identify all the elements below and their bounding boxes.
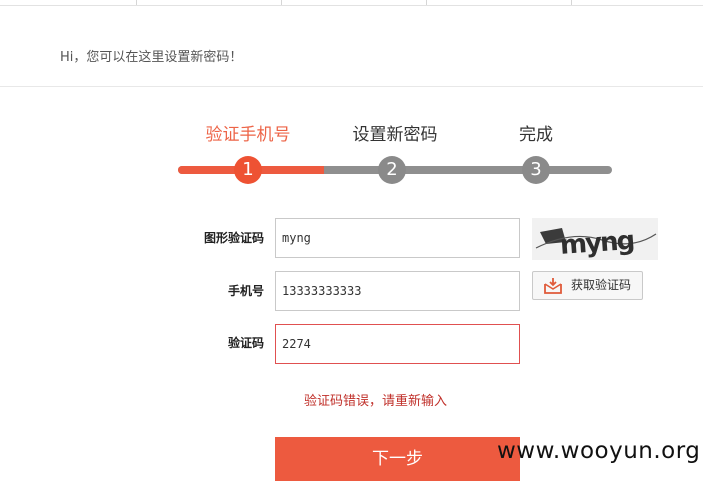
mail-download-icon xyxy=(543,277,563,295)
step-label-verify-phone: 验证手机号 xyxy=(205,125,291,145)
navbar-divider xyxy=(426,0,427,5)
greeting-text: Hi，您可以在这里设置新密码！ xyxy=(60,50,243,65)
captcha-label: 图形验证码 xyxy=(203,231,264,245)
captcha-graphic: myng xyxy=(532,218,658,261)
phone-input[interactable] xyxy=(275,271,520,311)
step-node-1: 1 xyxy=(234,156,262,184)
error-message: 验证码错误，请重新输入 xyxy=(304,394,448,409)
captcha-text: myng xyxy=(559,226,634,260)
sms-code-input[interactable] xyxy=(275,324,520,364)
get-code-label: 获取验证码 xyxy=(571,278,632,292)
navbar-divider xyxy=(136,0,137,5)
sms-code-label: 验证码 xyxy=(227,336,264,350)
captcha-image[interactable]: myng xyxy=(532,218,658,261)
captcha-input[interactable] xyxy=(275,218,520,258)
navbar-divider xyxy=(571,0,572,5)
next-step-button[interactable]: 下一步 xyxy=(275,437,520,481)
step-node-3: 3 xyxy=(522,156,550,184)
get-code-button[interactable]: 获取验证码 xyxy=(532,271,643,300)
step-node-2: 2 xyxy=(378,156,406,184)
navbar-divider xyxy=(281,0,282,5)
step-label-done: 完成 xyxy=(519,125,553,145)
greeting-panel: Hi，您可以在这里设置新密码！ xyxy=(0,6,703,87)
phone-label: 手机号 xyxy=(227,284,264,298)
step-label-set-password: 设置新密码 xyxy=(352,125,438,145)
watermark: www.wooyun.org xyxy=(497,438,701,464)
